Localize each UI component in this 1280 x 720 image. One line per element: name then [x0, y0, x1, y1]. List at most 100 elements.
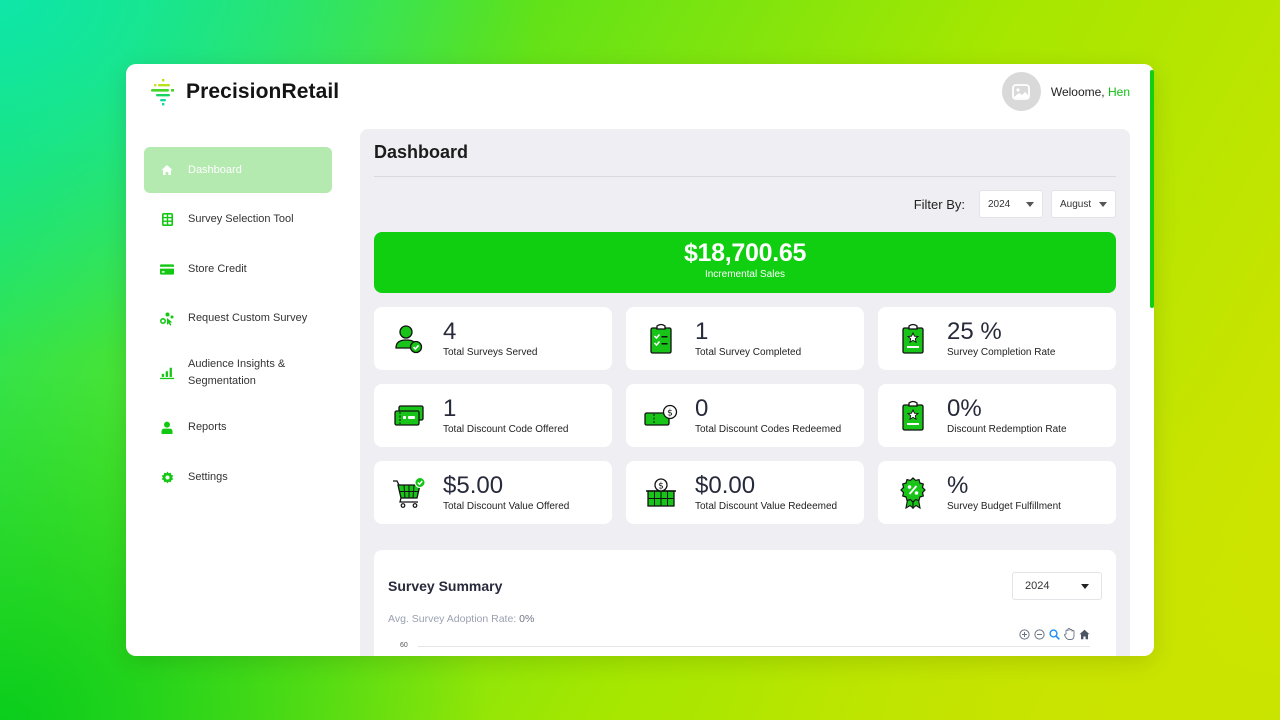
stat-value: 4 [443, 318, 457, 345]
bar-chart-icon [160, 366, 174, 380]
month-select[interactable]: August [1051, 190, 1116, 218]
stat-card-surveys-served: 4 Total Surveys Served [374, 307, 612, 370]
app-window: PrecisionRetail Weloome, Hen Dashboard S… [126, 64, 1154, 656]
avatar[interactable] [1001, 72, 1041, 111]
user-icon [160, 421, 174, 435]
sidebar-item-settings[interactable]: Settings [144, 454, 332, 500]
stat-card-completion-rate: 25 % Survey Completion Rate [878, 307, 1116, 370]
cart-check-icon [392, 476, 426, 510]
sidebar-item-audience-insights[interactable]: Audience Insights & Segmentation [144, 345, 332, 401]
adoption-rate-label: Avg. Survey Adoption Rate: [388, 613, 520, 625]
sidebar-item-label: Request Custom Survey [188, 312, 308, 324]
incremental-sales-label: Incremental Sales [704, 269, 786, 280]
table-icon [160, 213, 174, 227]
clipboard-star-icon [896, 322, 930, 356]
stat-card-redemption-rate: 0% Discount Redemption Rate [878, 384, 1116, 447]
dashboard-panel: Dashboard Filter By: 2024 August $18,700… [360, 129, 1130, 656]
sidebar-item-label: Audience Insights & Segmentation [188, 358, 286, 387]
zoom-select-icon[interactable] [1048, 628, 1060, 640]
logo-mark-icon [148, 77, 178, 107]
stat-card-discount-value-offered: $5.00 Total Discount Value Offered [374, 461, 612, 524]
stat-card-discount-codes-offered: 1 Total Discount Code Offered [374, 384, 612, 447]
user-check-icon [392, 322, 426, 356]
stat-value: 1 [695, 318, 709, 345]
sidebar-item-dashboard[interactable]: Dashboard [144, 147, 332, 193]
user-menu[interactable]: Weloome, Hen [1001, 72, 1130, 111]
filter-bar: Filter By: 2024 August [914, 190, 1116, 218]
stat-value: % [947, 472, 969, 499]
year-select[interactable]: 2024 [979, 190, 1043, 218]
user-name: Hen [1107, 84, 1130, 99]
stat-label: Total Surveys Served [443, 347, 538, 358]
stat-label: Total Discount Code Offered [443, 424, 569, 435]
stats-grid: 4 Total Surveys Served 1 Total Survey Co… [374, 307, 1116, 524]
sidebar-item-request-custom-survey[interactable]: Request Custom Survey [144, 296, 332, 342]
sidebar-item-label: Store Credit [188, 262, 247, 275]
sidebar-item-label: Survey Selection Tool [188, 213, 294, 225]
filter-label: Filter By: [913, 196, 965, 212]
chevron-down-icon [1081, 583, 1089, 589]
stat-card-surveys-completed: 1 Total Survey Completed [626, 307, 864, 370]
stat-label: Survey Completion Rate [947, 347, 1056, 358]
survey-summary-title: Survey Summary [388, 578, 503, 594]
custom-request-icon [160, 312, 174, 326]
stat-label: Total Discount Value Offered [443, 501, 570, 512]
stat-value: 0 [695, 395, 709, 422]
adoption-rate-text: Avg. Survey Adoption Rate: 0% [388, 613, 534, 625]
stat-value: $5.00 [443, 472, 504, 499]
sidebar-item-store-credit[interactable]: Store Credit [144, 246, 332, 292]
tickets-icon [392, 399, 426, 433]
stat-label: Survey Budget Fulfillment [947, 501, 1061, 512]
page-title: Dashboard [374, 142, 469, 162]
image-placeholder-icon [1012, 83, 1031, 100]
stat-label: Total Survey Completed [695, 347, 802, 358]
ticket-dollar-icon: $ [644, 399, 678, 433]
sidebar-item-survey-selection-tool[interactable]: Survey Selection Tool [144, 197, 332, 243]
welcome-text: Weloome, Hen [1051, 85, 1130, 99]
zoom-in-icon[interactable] [1018, 628, 1030, 640]
month-select-value: August [1060, 198, 1092, 210]
page-scrollbar[interactable] [1150, 70, 1154, 308]
svg-text:$: $ [667, 408, 673, 418]
credit-card-icon [160, 262, 174, 276]
zoom-out-icon[interactable] [1033, 628, 1045, 640]
y-axis-tick: 60 [400, 642, 408, 649]
stat-value: 1 [443, 395, 457, 422]
chevron-down-icon [1099, 201, 1107, 207]
stat-label: Total Discount Codes Redeemed [695, 424, 842, 435]
sidebar-item-reports[interactable]: Reports [144, 405, 332, 451]
chart-gridline [418, 646, 1090, 647]
adoption-rate-value: 0% [519, 613, 535, 625]
title-divider [374, 176, 1116, 177]
gear-icon [160, 470, 174, 484]
pan-hand-icon[interactable] [1063, 628, 1075, 640]
stat-value: 0% [947, 395, 982, 422]
incremental-sales-banner: $18,700.65 Incremental Sales [374, 232, 1116, 293]
year-select-value: 2024 [988, 198, 1011, 210]
summary-year-value: 2024 [1025, 580, 1050, 592]
stat-label: Total Discount Value Redeemed [695, 501, 838, 512]
stat-card-budget-fulfillment: % Survey Budget Fulfillment [878, 461, 1116, 524]
home-icon [160, 163, 174, 177]
basket-dollar-icon: $ [644, 476, 678, 510]
sidebar: Dashboard Survey Selection Tool Store Cr… [144, 147, 332, 504]
survey-summary-card: Survey Summary 2024 Avg. Survey Adoption… [374, 550, 1116, 656]
sidebar-item-label: Dashboard [188, 163, 242, 176]
clipboard-checklist-icon [644, 322, 678, 356]
svg-text:$: $ [658, 481, 664, 491]
stat-value: 25 % [947, 318, 1002, 345]
sidebar-item-label: Settings [188, 470, 228, 483]
clipboard-star-icon [896, 399, 930, 433]
chart-toolbar [1018, 628, 1090, 640]
stat-value: $0.00 [695, 472, 756, 499]
brand-name: PrecisionRetail [186, 80, 340, 103]
summary-year-select[interactable]: 2024 [1012, 572, 1102, 600]
incremental-sales-amount: $18,700.65 [683, 239, 807, 267]
chevron-down-icon [1026, 201, 1034, 207]
stat-card-discount-codes-redeemed: $ 0 Total Discount Codes Redeemed [626, 384, 864, 447]
percent-badge-icon [896, 476, 930, 510]
reset-home-icon[interactable] [1078, 628, 1090, 640]
brand-logo[interactable]: PrecisionRetail [148, 77, 339, 107]
sidebar-item-label: Reports [188, 421, 227, 433]
welcome-prefix: Weloome, [1050, 84, 1108, 99]
